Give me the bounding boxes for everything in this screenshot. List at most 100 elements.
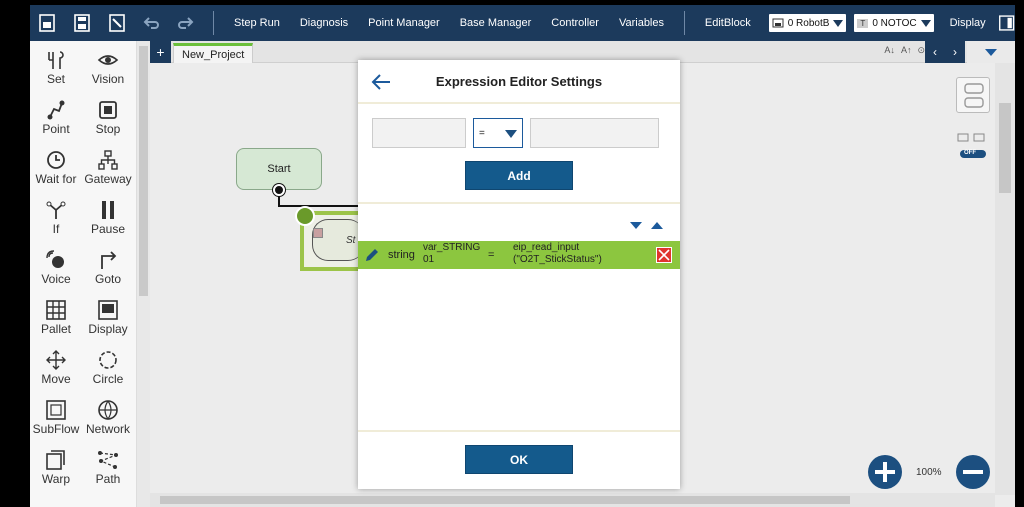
move-up-icon[interactable]: [651, 222, 663, 229]
operator-value: =: [479, 127, 485, 139]
palette-label: Wait for: [35, 172, 77, 186]
point-icon: [47, 100, 65, 120]
palette-label: Path: [95, 472, 121, 486]
palette-label: Set: [46, 72, 65, 86]
palette-label: Vision: [91, 72, 125, 86]
move-down-icon[interactable]: [630, 222, 642, 229]
palette-point[interactable]: Point: [30, 91, 82, 141]
panel-layout-icon[interactable]: [998, 13, 1015, 33]
path-icon: [98, 451, 118, 469]
search-icon[interactable]: ⊙: [917, 45, 925, 56]
chevron-left-icon[interactable]: ‹: [933, 45, 937, 59]
chevron-down-icon: [505, 130, 517, 138]
eye-icon: [97, 55, 119, 65]
save-icon[interactable]: [65, 5, 100, 41]
add-tab-button[interactable]: +: [150, 41, 171, 63]
tab-new-project[interactable]: New_Project: [173, 43, 254, 63]
left-operand-field[interactable]: [372, 118, 466, 148]
palette-label: Network: [85, 422, 130, 436]
display-icon: [98, 300, 118, 320]
sort-asc-icon[interactable]: A↓: [884, 45, 895, 56]
canvas-horizontal-scrollbar[interactable]: [150, 493, 995, 507]
node-marker-icon: [313, 228, 323, 238]
palette-pallet[interactable]: Pallet: [30, 291, 82, 341]
palette-wait-for[interactable]: Wait for: [30, 141, 82, 191]
robot-base-value: 0 RobotB: [787, 17, 830, 29]
palette-voice[interactable]: Voice: [30, 241, 82, 291]
chevron-right-icon[interactable]: ›: [953, 45, 957, 59]
zoom-out-button[interactable]: [956, 455, 990, 489]
expression-type: string: [388, 249, 415, 261]
palette-circle[interactable]: Circle: [82, 341, 134, 391]
palette-scrollbar[interactable]: [137, 41, 150, 507]
expression-value: eip_read_input ("O2T_StickStatus"): [513, 242, 602, 265]
goto-icon: [101, 251, 117, 269]
wrench-icon: [48, 51, 64, 69]
base-icon: [772, 18, 784, 28]
sort-desc-icon[interactable]: A↑: [901, 45, 912, 56]
add-button[interactable]: Add: [465, 161, 573, 190]
display-button[interactable]: Display: [950, 17, 986, 29]
node-body: [312, 219, 364, 261]
tool-value: 0 NOTOC: [872, 17, 917, 29]
tool-select[interactable]: T 0 NOTOC: [854, 14, 934, 32]
network-icon: [98, 400, 118, 421]
tab-list-dropdown[interactable]: [967, 41, 1015, 63]
export-icon[interactable]: [99, 5, 134, 41]
palette-set[interactable]: Set: [30, 41, 82, 91]
palette-move[interactable]: Move: [30, 341, 82, 391]
scrollbar-thumb[interactable]: [139, 46, 148, 296]
redo-icon[interactable]: [169, 5, 204, 41]
menu-base-manager[interactable]: Base Manager: [450, 17, 542, 29]
divider: [358, 202, 680, 204]
menu-editblock[interactable]: EditBlock: [695, 17, 761, 29]
operator-select[interactable]: =: [473, 118, 523, 148]
chevron-down-icon: [985, 48, 997, 56]
palette-subflow[interactable]: SubFlow: [30, 391, 82, 441]
menu-point-manager[interactable]: Point Manager: [358, 17, 450, 29]
layout-toggle-button[interactable]: [956, 77, 990, 113]
gateway-icon: [98, 150, 118, 170]
palette-network[interactable]: Network: [82, 391, 134, 441]
menu-variables[interactable]: Variables: [609, 17, 674, 29]
delete-icon[interactable]: [656, 247, 672, 263]
node-palette: Set Vision Point Stop Wait for Gateway I…: [30, 41, 137, 507]
palette-label: Voice: [41, 272, 71, 286]
expression-row[interactable]: string var_STRING 01 = eip_read_input ("…: [358, 241, 680, 269]
right-operand-field[interactable]: [530, 118, 659, 148]
palette-label: If: [52, 222, 60, 236]
palette-label: Gateway: [84, 172, 132, 186]
palette-display[interactable]: Display: [82, 291, 134, 341]
palette-label: Pallet: [40, 322, 72, 336]
palette-label: Point: [42, 122, 70, 136]
ok-button[interactable]: OK: [465, 445, 573, 474]
palette-path[interactable]: Path: [82, 441, 134, 491]
connector-dot[interactable]: [273, 184, 285, 196]
palette-gateway[interactable]: Gateway: [82, 141, 134, 191]
menu-step-run[interactable]: Step Run: [224, 17, 290, 29]
palette-stop[interactable]: Stop: [82, 91, 134, 141]
scrollbar-thumb[interactable]: [999, 103, 1011, 193]
robot-base-select[interactable]: 0 RobotB: [768, 14, 847, 32]
pencil-icon[interactable]: [364, 247, 380, 263]
top-toolbar: Step Run Diagnosis Point Manager Base Ma…: [30, 5, 1015, 41]
canvas-vertical-scrollbar[interactable]: [995, 63, 1015, 495]
dialog-header: Expression Editor Settings: [358, 60, 680, 104]
zoom-in-button[interactable]: [868, 455, 902, 489]
menu-controller[interactable]: Controller: [541, 17, 609, 29]
scrollbar-thumb[interactable]: [160, 496, 850, 504]
palette-goto[interactable]: Goto: [82, 241, 134, 291]
menu-diagnosis[interactable]: Diagnosis: [290, 17, 358, 29]
palette-if[interactable]: If: [30, 191, 82, 241]
edit-node-icon[interactable]: [295, 206, 315, 226]
palette-label: SubFlow: [32, 422, 80, 436]
new-file-icon[interactable]: [30, 5, 65, 41]
undo-icon[interactable]: [134, 5, 169, 41]
palette-vision[interactable]: Vision: [82, 41, 134, 91]
off-badge: OFF: [964, 150, 976, 156]
flow-line: [278, 205, 358, 207]
palette-pause[interactable]: Pause: [82, 191, 134, 241]
palette-warp[interactable]: Warp: [30, 441, 82, 491]
pallet-icon: [46, 300, 66, 320]
auto-toggle[interactable]: OFF: [954, 131, 994, 161]
